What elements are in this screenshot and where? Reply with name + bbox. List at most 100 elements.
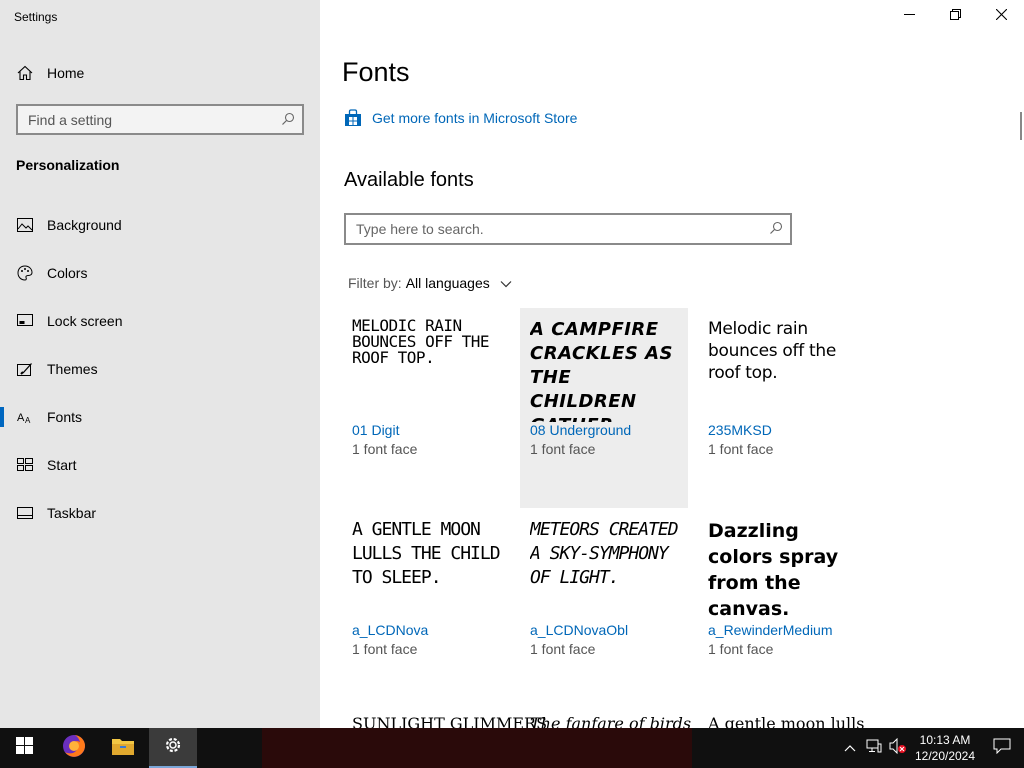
font-tile-235mksd[interactable]: Melodic rain bounces off the roof top. 2… xyxy=(698,308,866,508)
sidebar-item-fonts[interactable]: AA Fonts xyxy=(0,393,320,441)
font-face-count: 1 font face xyxy=(530,641,596,657)
firefox-icon xyxy=(62,734,86,763)
action-center-button[interactable] xyxy=(980,728,1024,768)
themes-icon xyxy=(16,360,34,378)
font-grid-next-row: SUNLIGHT GLIMMERS The fanfare of birds A… xyxy=(342,714,882,728)
search-icon[interactable] xyxy=(769,221,783,238)
lock-screen-icon xyxy=(16,312,34,330)
taskbar-file-explorer[interactable] xyxy=(99,728,147,768)
font-tile-08-underground[interactable]: A campfire crackles as the children gath… xyxy=(520,308,688,508)
language-filter[interactable]: Filter by: All languages xyxy=(348,275,512,291)
minimize-button[interactable] xyxy=(886,0,932,32)
home-label: Home xyxy=(47,65,85,81)
store-icon xyxy=(344,109,362,127)
svg-text:A: A xyxy=(17,412,25,424)
font-preview: Dazzling colors spray from the canvas. xyxy=(708,520,839,620)
volume-muted-icon xyxy=(889,737,907,759)
minimize-icon xyxy=(903,7,915,25)
font-tile-a-rewindermedium[interactable]: Dazzling colors spray from the canvas. a… xyxy=(698,508,866,708)
sidebar-item-label: Themes xyxy=(47,361,98,377)
sidebar-item-start[interactable]: Start xyxy=(0,441,320,489)
restore-button[interactable] xyxy=(932,0,978,32)
main-content: Fonts Get more fonts in Microsoft Store … xyxy=(320,0,1024,728)
font-preview: Meteors created a sky-symphony of light. xyxy=(530,519,678,588)
font-name: a_LCDNovaObl xyxy=(530,622,629,638)
taskbar-icon xyxy=(16,504,34,522)
font-tile-01-digit[interactable]: Melodic rain bounces off the roof top. 0… xyxy=(342,308,510,508)
desktop-wallpaper-strip xyxy=(262,728,692,768)
section-title: Personalization xyxy=(16,157,120,173)
font-name: a_RewinderMedium xyxy=(708,622,833,638)
settings-icon xyxy=(163,735,183,760)
font-face-count: 1 font face xyxy=(530,441,596,457)
font-face-count: 1 font face xyxy=(352,441,418,457)
start-icon xyxy=(16,456,34,474)
show-hidden-icons-button[interactable] xyxy=(838,728,862,768)
store-link-label: Get more fonts in Microsoft Store xyxy=(372,110,578,126)
taskbar-firefox[interactable] xyxy=(50,728,98,768)
taskbar-clock[interactable]: 10:13 AM 12/20/2024 xyxy=(910,732,980,764)
window-controls xyxy=(886,0,1024,32)
fonts-icon: AA xyxy=(16,408,34,426)
sidebar-item-taskbar[interactable]: Taskbar xyxy=(0,489,320,537)
store-link[interactable]: Get more fonts in Microsoft Store xyxy=(344,109,577,127)
font-tile-a-lcdnova[interactable]: A gentle moon lulls the child to sleep. … xyxy=(342,508,510,708)
font-search-placeholder: Type here to search. xyxy=(356,221,484,237)
font-name: 235MKSD xyxy=(708,422,772,438)
notification-icon xyxy=(993,738,1011,759)
network-icon xyxy=(866,739,882,758)
font-preview: A gentle moon lulls the child to sleep. xyxy=(352,519,500,588)
system-tray: 10:13 AM 12/20/2024 xyxy=(838,728,1024,768)
chevron-down-icon xyxy=(500,275,512,291)
restore-icon xyxy=(949,7,961,25)
sidebar-item-label: Start xyxy=(47,457,77,473)
filter-label: Filter by: xyxy=(348,275,402,291)
font-preview[interactable]: A gentle moon lulls the xyxy=(708,714,882,728)
sidebar-item-label: Background xyxy=(47,217,122,233)
file-explorer-icon xyxy=(111,736,135,761)
sidebar-item-background[interactable]: Background xyxy=(0,201,320,249)
page-title: Fonts xyxy=(342,57,410,87)
font-name: a_LCDNova xyxy=(352,622,429,638)
sidebar: Settings Home Find a setting Personaliza… xyxy=(0,0,320,728)
search-icon[interactable] xyxy=(281,112,295,129)
settings-window: Settings Home Find a setting Personaliza… xyxy=(0,0,1024,728)
clock-time: 10:13 AM xyxy=(919,733,971,747)
taskbar-settings[interactable] xyxy=(149,728,197,768)
volume-button[interactable] xyxy=(886,728,910,768)
windows-logo-icon xyxy=(15,737,33,759)
palette-icon xyxy=(16,264,34,282)
app-title: Settings xyxy=(14,10,58,24)
sidebar-nav: Background Colors Lock screen Themes A A… xyxy=(0,201,320,537)
find-setting-input[interactable]: Find a setting xyxy=(16,104,304,135)
close-button[interactable] xyxy=(978,0,1024,32)
start-button[interactable] xyxy=(0,728,48,768)
sidebar-item-label: Lock screen xyxy=(47,313,123,329)
image-icon xyxy=(16,216,34,234)
network-button[interactable] xyxy=(862,728,886,768)
font-tile-a-lcdnovaobl[interactable]: Meteors created a sky-symphony of light.… xyxy=(520,508,688,708)
sidebar-item-label: Colors xyxy=(47,265,88,281)
font-preview: A campfire crackles as the children gath… xyxy=(530,319,673,422)
close-icon xyxy=(995,7,1007,25)
font-name: 01 Digit xyxy=(352,422,400,438)
font-preview[interactable]: SUNLIGHT GLIMMERS xyxy=(352,714,547,728)
svg-text:A: A xyxy=(25,416,31,424)
sidebar-item-colors[interactable]: Colors xyxy=(0,249,320,297)
font-preview: Melodic rain bounces off the roof top. xyxy=(352,318,490,367)
sidebar-item-themes[interactable]: Themes xyxy=(0,345,320,393)
clock-date: 12/20/2024 xyxy=(914,749,976,763)
font-face-count: 1 font face xyxy=(708,641,774,657)
find-setting-placeholder: Find a setting xyxy=(28,111,113,128)
sidebar-item-label: Fonts xyxy=(47,409,83,425)
font-face-count: 1 font face xyxy=(352,641,418,657)
taskbar: 10:13 AM 12/20/2024 xyxy=(0,728,1024,768)
font-preview[interactable]: The fanfare of birds xyxy=(530,714,691,728)
font-search-input[interactable]: Type here to search. xyxy=(344,213,792,245)
chevron-up-icon xyxy=(844,739,856,757)
available-fonts-title: Available fonts xyxy=(344,169,474,191)
scrollbar[interactable] xyxy=(1020,112,1022,140)
home-button[interactable]: Home xyxy=(16,61,84,85)
home-icon xyxy=(16,64,34,82)
sidebar-item-lock-screen[interactable]: Lock screen xyxy=(0,297,320,345)
